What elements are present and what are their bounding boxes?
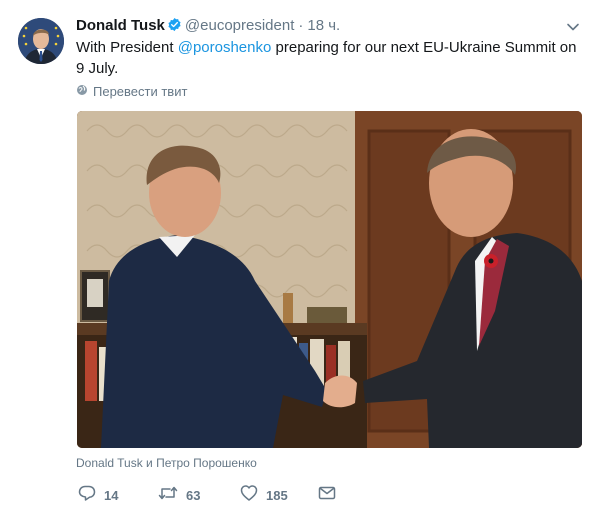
separator-dot: · — [298, 17, 304, 34]
retweet-button[interactable]: 63 — [158, 484, 200, 507]
mention-link[interactable]: @poroshenko — [178, 39, 272, 56]
like-button[interactable]: 185 — [240, 484, 288, 507]
tweet-text: With President @poroshenko preparing for… — [76, 37, 581, 79]
author-handle[interactable]: @eucopresident — [185, 17, 294, 34]
author-name[interactable]: Donald Tusk — [76, 17, 165, 34]
photo-caption: Donald Tusk и Петро Порошенко — [76, 456, 257, 470]
retweet-count: 63 — [186, 488, 201, 503]
tweet-photo[interactable] — [77, 111, 582, 448]
avatar[interactable] — [18, 18, 64, 64]
direct-message-button[interactable] — [318, 484, 336, 507]
like-icon — [240, 484, 258, 507]
retweet-icon — [158, 484, 178, 507]
translate-label: Перевести твит — [93, 84, 188, 99]
reply-icon — [78, 484, 96, 507]
globe-icon — [76, 84, 88, 100]
tweet-header: Donald Tusk @eucopresident · 18 ч. — [76, 17, 340, 35]
like-count: 185 — [266, 488, 288, 503]
translate-tweet-link[interactable]: Перевести твит — [76, 84, 187, 100]
verified-badge-icon — [167, 17, 182, 37]
tweet-timestamp[interactable]: 18 ч. — [307, 17, 340, 34]
tweet: Donald Tusk @eucopresident · 18 ч. With Pre… — [0, 0, 598, 509]
direct-message-icon — [318, 484, 336, 507]
chevron-down-icon[interactable] — [566, 20, 580, 34]
tweet-text-part: With President — [76, 39, 178, 56]
reply-count: 14 — [104, 488, 119, 503]
reply-button[interactable]: 14 — [78, 484, 118, 507]
